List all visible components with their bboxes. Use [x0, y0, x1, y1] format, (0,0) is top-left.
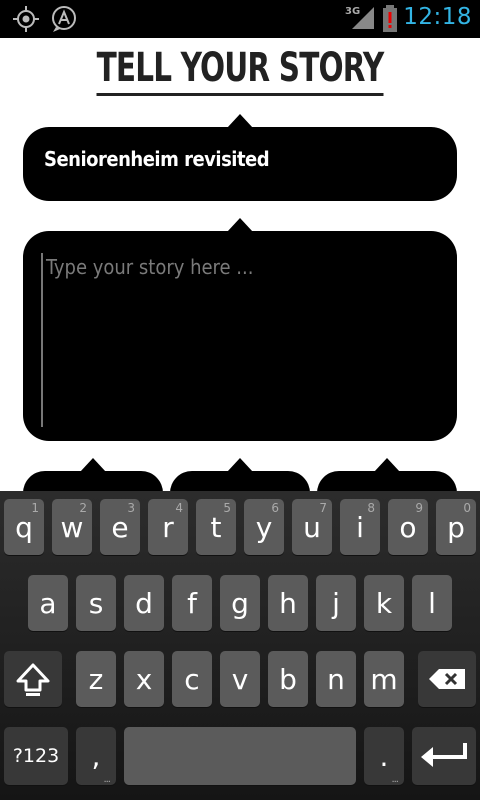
key-j[interactable]: j — [316, 575, 356, 631]
shift-icon — [16, 663, 50, 696]
clock: 12:18 — [403, 4, 472, 30]
key-hint: 0 — [463, 501, 471, 515]
key-y[interactable]: 6y — [244, 499, 284, 555]
symbols-key[interactable]: ?123 — [4, 727, 68, 785]
key-g[interactable]: g — [220, 575, 260, 631]
key-t[interactable]: 5t — [196, 499, 236, 555]
key-hint: 4 — [175, 501, 183, 515]
key-w[interactable]: 2w — [52, 499, 92, 555]
story-title-value: Seniorenheim revisited — [44, 147, 270, 171]
key-f[interactable]: f — [172, 575, 212, 631]
signal-icon — [352, 7, 374, 29]
page-title-text: TELL YOUR STORY — [96, 45, 384, 96]
key-hint: 9 — [415, 501, 423, 515]
key-hint: 8 — [367, 501, 375, 515]
key-p[interactable]: 0p — [436, 499, 476, 555]
story-input[interactable] — [41, 253, 448, 427]
key-v[interactable]: v — [220, 651, 260, 707]
soft-keyboard: 1q 2w 3e 4r 5t 6y 7u 8i 9o 0p a s d f g … — [0, 491, 480, 800]
page-title: TELL YOUR STORY — [43, 45, 437, 96]
key-h[interactable]: h — [268, 575, 308, 631]
status-bar: 3G 12:18 — [0, 0, 480, 38]
key-hint: 7 — [319, 501, 327, 515]
key-b[interactable]: b — [268, 651, 308, 707]
key-hint: 1 — [31, 501, 39, 515]
key-label: y — [255, 510, 273, 544]
key-s[interactable]: s — [76, 575, 116, 631]
key-a[interactable]: a — [28, 575, 68, 631]
gps-icon — [13, 6, 39, 32]
battery-alert-icon — [383, 5, 397, 32]
key-k[interactable]: k — [364, 575, 404, 631]
key-i[interactable]: 8i — [340, 499, 380, 555]
key-x[interactable]: x — [124, 651, 164, 707]
backspace-key[interactable] — [418, 651, 476, 707]
key-label: r — [162, 510, 174, 544]
comma-more-hint: ... — [103, 774, 110, 785]
key-d[interactable]: d — [124, 575, 164, 631]
key-z[interactable]: z — [76, 651, 116, 707]
comma-label: , — [91, 739, 101, 773]
enter-key[interactable] — [412, 727, 476, 785]
key-label: p — [447, 510, 465, 544]
key-r[interactable]: 4r — [148, 499, 188, 555]
key-u[interactable]: 7u — [292, 499, 332, 555]
key-label: e — [111, 510, 129, 544]
key-label: i — [356, 510, 364, 544]
key-n[interactable]: n — [316, 651, 356, 707]
period-more-hint: ... — [391, 774, 398, 785]
key-hint: 5 — [223, 501, 231, 515]
story-bubble — [23, 218, 457, 441]
shift-key[interactable] — [4, 651, 62, 707]
a-notification-icon — [52, 6, 76, 32]
backspace-icon — [429, 669, 465, 689]
key-label: q — [15, 510, 33, 544]
key-label: t — [210, 510, 222, 544]
enter-icon — [421, 743, 467, 767]
story-title-field[interactable]: Seniorenheim revisited — [23, 114, 457, 201]
comma-key[interactable]: , ... — [76, 727, 116, 785]
period-label: . — [379, 739, 389, 773]
key-hint: 3 — [127, 501, 135, 515]
key-hint: 2 — [79, 501, 87, 515]
key-e[interactable]: 3e — [100, 499, 140, 555]
period-key[interactable]: . ... — [364, 727, 404, 785]
key-label: u — [303, 510, 321, 544]
key-c[interactable]: c — [172, 651, 212, 707]
key-m[interactable]: m — [364, 651, 404, 707]
space-key[interactable] — [124, 727, 356, 785]
key-label: o — [399, 510, 417, 544]
key-label: w — [60, 510, 84, 544]
key-q[interactable]: 1q — [4, 499, 44, 555]
key-l[interactable]: l — [412, 575, 452, 631]
key-o[interactable]: 9o — [388, 499, 428, 555]
key-hint: 6 — [271, 501, 279, 515]
